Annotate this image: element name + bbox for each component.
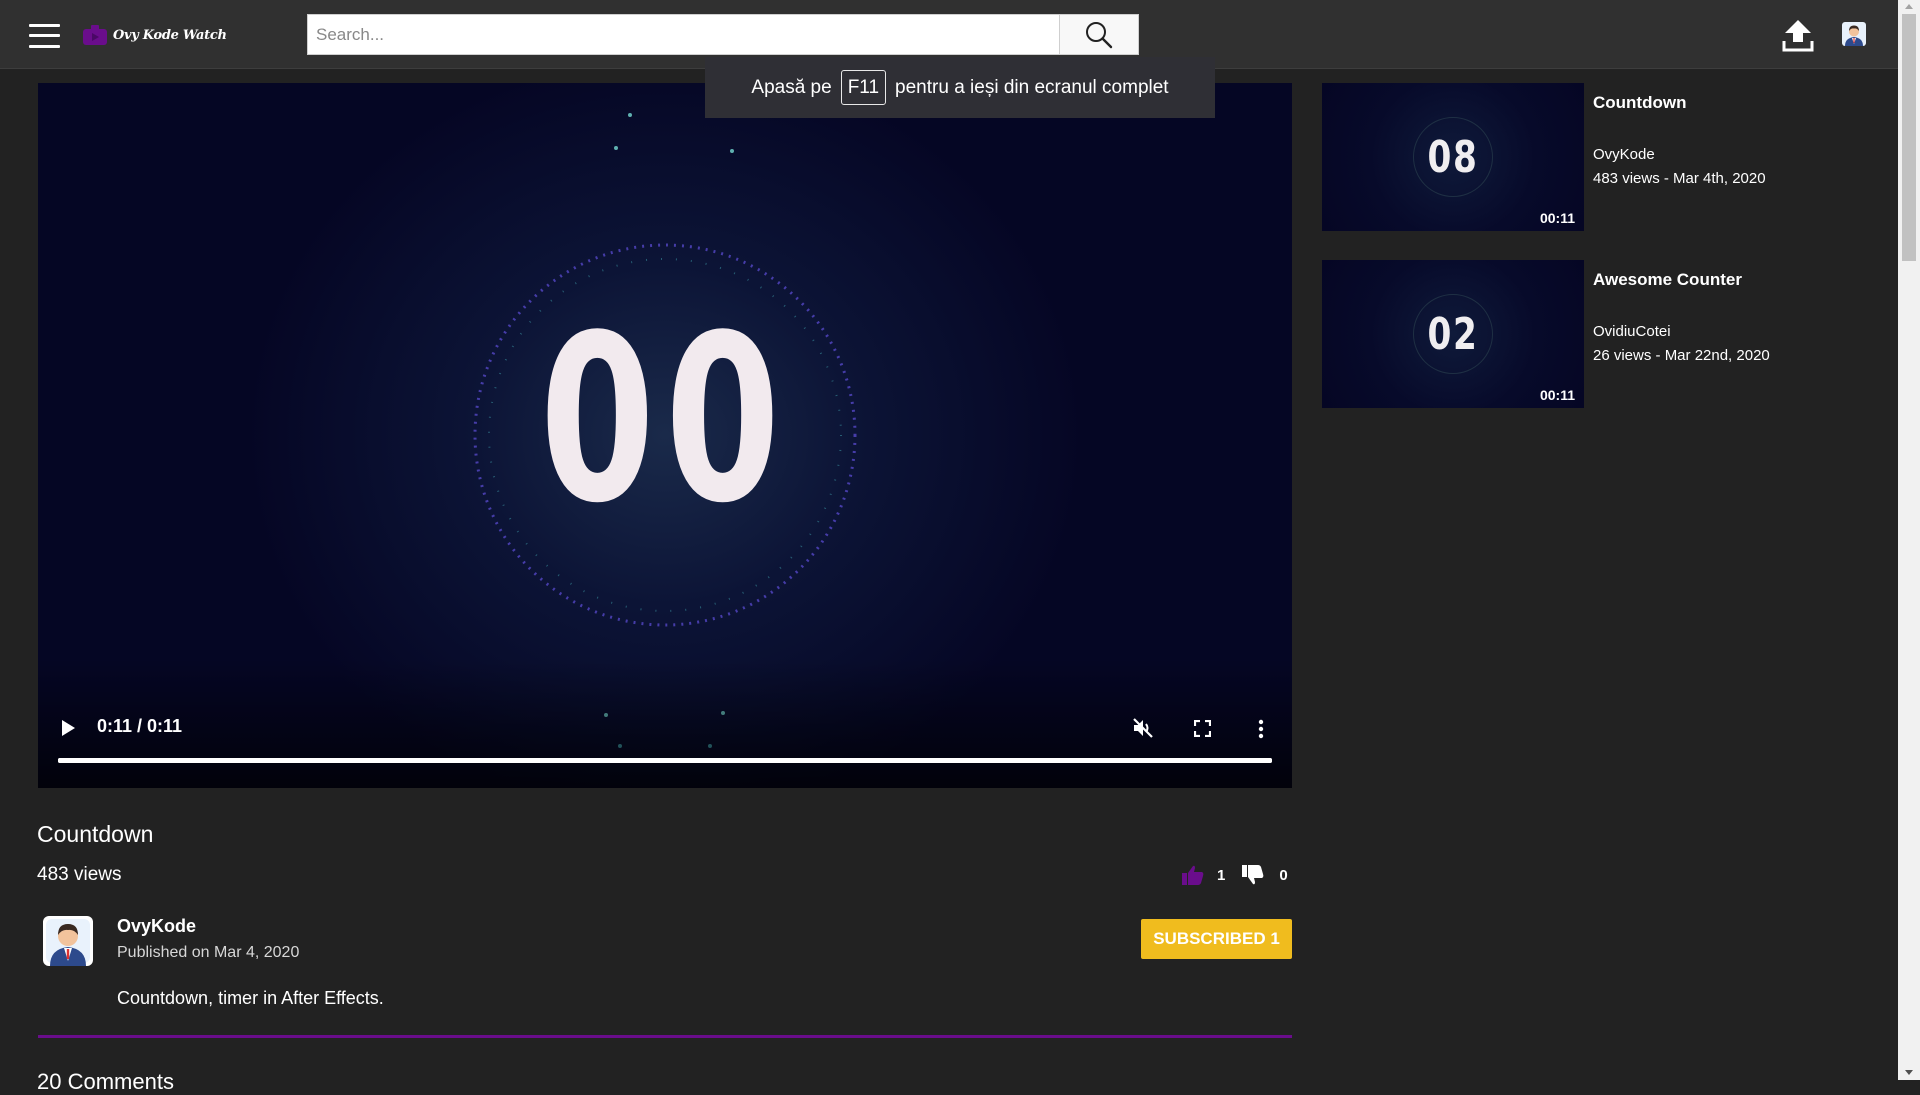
scroll-up-arrow-icon[interactable] [1905, 4, 1913, 9]
recommended-channel[interactable]: OvidiuCotei [1593, 323, 1671, 340]
progress-bar[interactable] [58, 758, 1272, 763]
video-player[interactable]: 00 0:11 / 0:11 [38, 83, 1292, 788]
recommended-video[interactable]: 08 00:11 Countdown OvyKode 483 views - M… [1322, 83, 1802, 231]
hint-text-before: Apasă pe [751, 76, 832, 98]
like-button[interactable]: 1 [1181, 864, 1241, 886]
video-duration: 00:11 [1539, 210, 1575, 226]
recommended-title[interactable]: Countdown [1593, 93, 1686, 113]
thumbs-down-icon [1242, 865, 1264, 885]
hint-text-after: pentru a ieși din ecranul complet [895, 76, 1169, 98]
controls-gradient [38, 658, 1292, 788]
video-description: Countdown, timer in After Effects. [117, 988, 384, 1008]
menu-icon[interactable] [29, 24, 60, 48]
logo-text: Ovy Kode Watch [113, 27, 227, 43]
thumbnail-digits: 08 [1427, 131, 1479, 183]
scroll-thumb[interactable] [1902, 14, 1916, 261]
dislike-count: 0 [1279, 866, 1288, 884]
video-title: Countdown [37, 821, 154, 847]
recommended-thumbnail[interactable]: 08 00:11 [1322, 83, 1584, 231]
volume-muted-icon[interactable] [1132, 717, 1154, 739]
page-scrollbar[interactable] [1898, 0, 1920, 1080]
channel-name[interactable]: OvyKode [117, 916, 196, 937]
subscribe-button[interactable]: SUBSCRIBED 1 [1141, 919, 1292, 959]
recommended-thumbnail[interactable]: 02 00:11 [1322, 260, 1584, 408]
comments-heading: 20 Comments [37, 1069, 174, 1094]
more-options-icon[interactable] [1258, 719, 1264, 739]
upload-icon[interactable] [1782, 18, 1814, 52]
user-avatar-icon[interactable] [1842, 22, 1866, 46]
channel-avatar-icon [43, 916, 93, 966]
thumbnail-digits: 02 [1427, 308, 1479, 360]
rating-controls: 1 0 [1181, 864, 1288, 886]
video-countdown-digits: 00 [539, 287, 791, 554]
recommended-meta: 26 views - Mar 22nd, 2020 [1593, 347, 1770, 364]
search-bar [307, 14, 1139, 55]
channel-avatar[interactable] [43, 916, 93, 966]
site-logo[interactable]: Ovy Kode Watch [82, 22, 227, 48]
play-icon[interactable] [60, 719, 76, 737]
view-count: 483 views [37, 864, 122, 885]
recommended-title[interactable]: Awesome Counter [1593, 270, 1742, 290]
time-display: 0:11 / 0:11 [97, 716, 183, 736]
logo-icon [83, 25, 107, 45]
like-count: 1 [1217, 866, 1226, 884]
search-icon [1086, 21, 1113, 48]
search-button[interactable] [1059, 14, 1139, 55]
dislike-button[interactable]: 0 [1241, 864, 1288, 886]
scroll-down-arrow-icon[interactable] [1905, 1070, 1913, 1075]
recommended-video[interactable]: 02 00:11 Awesome Counter OvidiuCotei 26 … [1322, 260, 1802, 408]
recommended-channel[interactable]: OvyKode [1593, 146, 1655, 163]
search-input[interactable] [307, 14, 1059, 55]
video-duration: 00:11 [1539, 387, 1575, 403]
hint-key: F11 [840, 70, 887, 105]
published-date: Published on Mar 4, 2020 [117, 944, 300, 961]
section-divider [38, 1035, 1292, 1038]
recommended-meta: 483 views - Mar 4th, 2020 [1593, 170, 1766, 187]
thumbs-up-icon [1182, 865, 1204, 885]
fullscreen-exit-hint: Apasă pe F11 pentru a ieși din ecranul c… [705, 57, 1215, 118]
fullscreen-icon[interactable] [1194, 720, 1211, 737]
progress-fill [58, 758, 1272, 763]
